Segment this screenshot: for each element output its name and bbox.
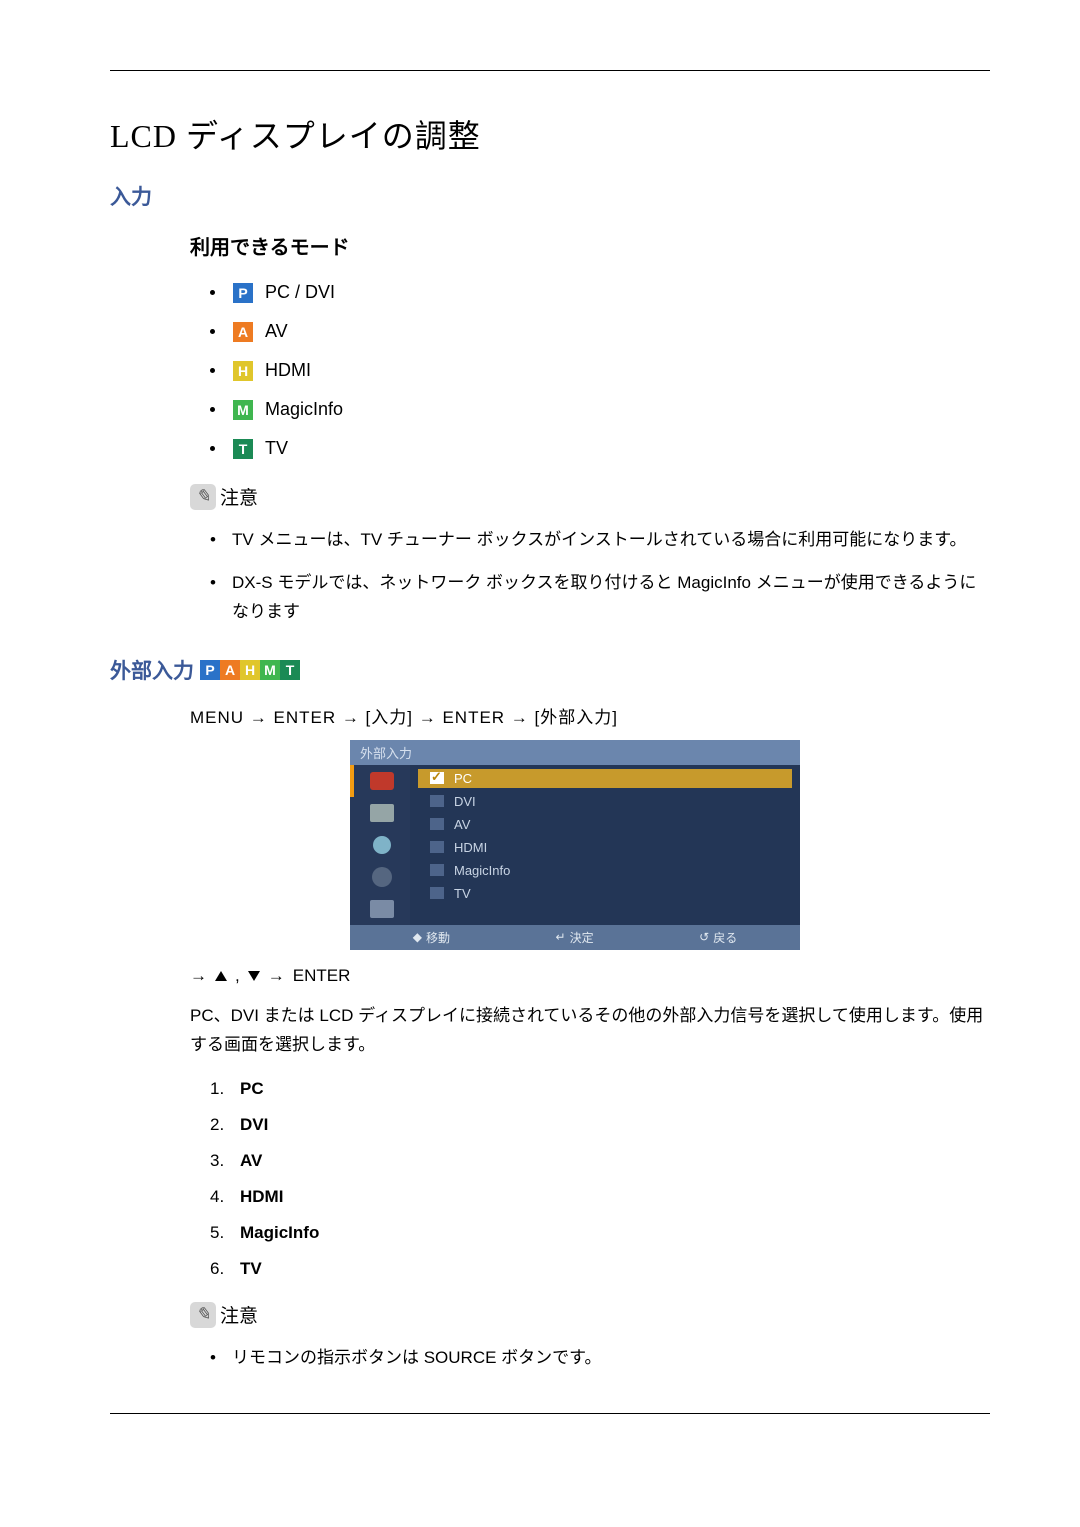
- mode-item: H HDMI: [210, 360, 990, 381]
- osd-row: MagicInfo: [418, 861, 792, 880]
- osd-check-icon: [430, 864, 444, 876]
- note-icon: ✎: [190, 484, 216, 510]
- osd-row-label: MagicInfo: [454, 863, 510, 878]
- notes-list-2: リモコンの指示ボタンは SOURCE ボタンです。: [210, 1344, 990, 1373]
- triangle-up-icon: [215, 971, 227, 981]
- osd-footer: ◆ 移動 ↵ 決定 ↺ 戻る: [350, 925, 800, 950]
- note-row-2: ✎ 注意: [190, 1301, 990, 1328]
- osd-rows: PC DVI AV HDMI MagicInfo TV: [410, 765, 800, 925]
- numbered-item: 4.HDMI: [210, 1187, 990, 1207]
- osd-row: TV: [418, 884, 792, 903]
- osd-check-icon: [430, 841, 444, 853]
- note-item: DX-S モデルでは、ネットワーク ボックスを取り付けると MagicInfo …: [210, 569, 990, 627]
- note-item: TV メニューは、TV チューナー ボックスがインストールされている場合に利用可…: [210, 526, 990, 555]
- osd-title: 外部入力: [350, 740, 800, 765]
- mode-badge-icon: H: [233, 361, 253, 381]
- mode-badge-icon: M: [260, 660, 280, 680]
- mode-label: AV: [265, 321, 288, 342]
- external-input-heading: 外部入力: [110, 655, 194, 685]
- note-row-1: ✎ 注意: [190, 483, 990, 510]
- mode-badge-icon: A: [220, 660, 240, 680]
- osd-tab-icon: [350, 893, 410, 925]
- mode-badge-icon: T: [280, 660, 300, 680]
- comma: ,: [235, 966, 240, 986]
- mode-label: PC / DVI: [265, 282, 335, 303]
- osd-row: PC: [418, 769, 792, 788]
- bottom-rule: [110, 1413, 990, 1414]
- osd-foot-back: ↺ 戻る: [699, 929, 737, 946]
- osd-check-icon: [430, 887, 444, 899]
- notes-list-1: TV メニューは、TV チューナー ボックスがインストールされている場合に利用可…: [210, 526, 990, 627]
- section-input-heading: 入力: [110, 181, 990, 211]
- top-rule: [110, 70, 990, 71]
- osd-tab-icon: [350, 765, 410, 797]
- triangle-down-icon: [248, 971, 260, 981]
- osd-tab-icon: [350, 829, 410, 861]
- mode-badge-icon: H: [240, 660, 260, 680]
- menu-nav-path: MENU → ENTER → [入力] → ENTER → [外部入力]: [190, 703, 990, 728]
- note-item: リモコンの指示ボタンは SOURCE ボタンです。: [210, 1344, 990, 1373]
- osd-side-tabs: [350, 765, 410, 925]
- note-label-2: 注意: [220, 1301, 258, 1328]
- numbered-item: 1.PC: [210, 1079, 990, 1099]
- osd-row-label: HDMI: [454, 840, 487, 855]
- mode-badge-icon: T: [233, 439, 253, 459]
- mode-item: A AV: [210, 321, 990, 342]
- osd-check-icon: [430, 795, 444, 807]
- numbered-item: 3.AV: [210, 1151, 990, 1171]
- page-title: LCD ディスプレイの調整: [110, 111, 990, 157]
- modes-list: P PC / DVI A AV H HDMI M MagicInfo T TV: [210, 282, 990, 459]
- mode-item: T TV: [210, 438, 990, 459]
- osd-row-label: DVI: [454, 794, 476, 809]
- external-input-badges: PAHMT: [200, 659, 300, 680]
- note-label-1: 注意: [220, 483, 258, 510]
- osd-row: DVI: [418, 792, 792, 811]
- osd-screenshot: 外部入力 PC DVI AV HDMI MagicInfo TV ◆ 移動 ↵ 決定 ↺ …: [350, 740, 800, 950]
- osd-tab-icon: [350, 861, 410, 893]
- numbered-item: 6.TV: [210, 1259, 990, 1279]
- description-text: PC、DVI または LCD ディスプレイに接続されているその他の外部入力信号を…: [190, 1002, 990, 1060]
- numbered-item: 2.DVI: [210, 1115, 990, 1135]
- external-input-heading-row: 外部入力 PAHMT: [110, 655, 990, 685]
- mode-item: M MagicInfo: [210, 399, 990, 420]
- osd-tab-icon: [350, 797, 410, 829]
- nav-arrows-row: → , → ENTER: [190, 966, 990, 986]
- mode-label: TV: [265, 438, 288, 459]
- mode-label: HDMI: [265, 360, 311, 381]
- available-modes-heading: 利用できるモード: [190, 231, 990, 260]
- osd-check-icon: [430, 818, 444, 830]
- osd-row-label: TV: [454, 886, 471, 901]
- numbered-item: 5.MagicInfo: [210, 1223, 990, 1243]
- enter-text: ENTER: [293, 966, 351, 986]
- mode-label: MagicInfo: [265, 399, 343, 420]
- osd-row-label: PC: [454, 771, 472, 786]
- mode-item: P PC / DVI: [210, 282, 990, 303]
- note-icon: ✎: [190, 1302, 216, 1328]
- osd-check-icon: [430, 772, 444, 784]
- osd-foot-enter: ↵ 決定: [556, 929, 594, 946]
- osd-row: AV: [418, 815, 792, 834]
- mode-badge-icon: M: [233, 400, 253, 420]
- mode-badge-icon: P: [200, 660, 220, 680]
- osd-foot-move: ◆ 移動: [413, 929, 450, 946]
- mode-badge-icon: A: [233, 322, 253, 342]
- arrow-text: →: [190, 966, 207, 986]
- osd-row: HDMI: [418, 838, 792, 857]
- osd-row-label: AV: [454, 817, 470, 832]
- mode-badge-icon: P: [233, 283, 253, 303]
- numbered-list: 1.PC 2.DVI 3.AV 4.HDMI 5.MagicInfo 6.TV: [210, 1079, 990, 1279]
- arrow-text: →: [268, 966, 285, 986]
